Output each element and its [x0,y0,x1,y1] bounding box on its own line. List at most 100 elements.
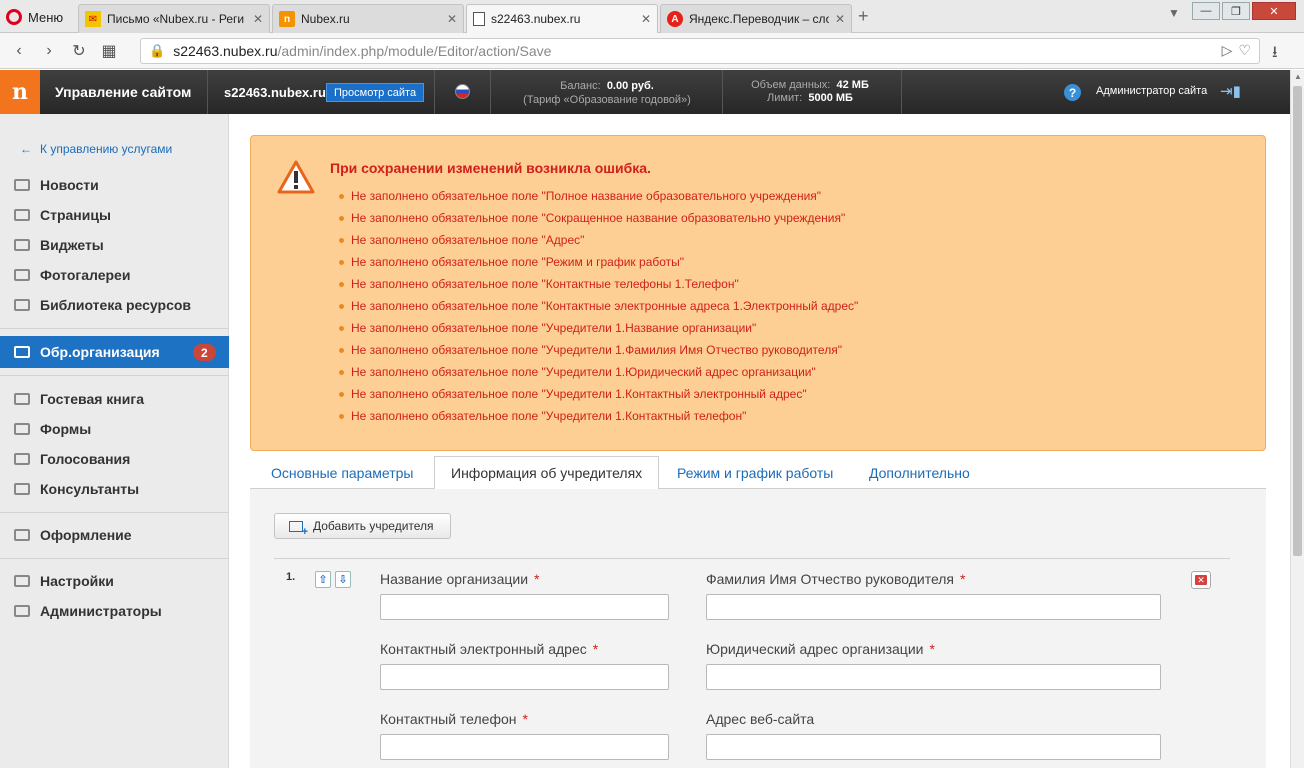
error-item: Не заполнено обязательное поле "Адрес" [338,233,858,255]
sidebar-item-label: Виджеты [40,237,104,253]
view-site-button[interactable]: Просмотр сайта [326,83,425,102]
delete-icon: ✕ [1195,575,1207,585]
header-divider [207,70,208,114]
browser-tab-title: Nubex.ru [301,12,350,26]
restore-icon[interactable]: ❐ [1222,2,1250,20]
sidebar-item-forms[interactable]: Формы [14,421,91,437]
browser-tab-site[interactable]: s22463.nubex.ru ✕ [466,4,658,33]
close-tab-icon[interactable]: ✕ [835,12,845,26]
sidebar-item-news[interactable]: Новости [14,177,99,193]
lock-icon: 🔒 [149,43,166,58]
sidebar-item-admins[interactable]: Администраторы [14,603,162,619]
scroll-up-icon[interactable]: ▲ [1294,72,1302,81]
close-tab-icon[interactable]: ✕ [447,12,457,26]
send-icon[interactable]: ▷ [1222,42,1233,59]
tab-menu-icon[interactable]: ▼ [1168,6,1180,20]
heart-icon[interactable]: ♡ [1238,42,1251,59]
help-icon[interactable]: ? [1064,84,1081,101]
org-name-input[interactable] [380,594,669,620]
error-item: Не заполнено обязательное поле "Режим и … [338,255,858,277]
chart-icon [14,453,30,465]
limit-value: 5000 МБ [808,92,853,104]
widgets-icon [14,239,30,251]
page-scrollbar[interactable]: ▲ [1290,70,1304,768]
sidebar-item-organization[interactable]: Обр.организация 2 [0,336,238,368]
scrollbar-thumb[interactable] [1293,86,1302,556]
sidebar-item-widgets[interactable]: Виджеты [14,237,104,253]
legal-address-input[interactable] [706,664,1161,690]
news-icon [14,179,30,191]
error-item: Не заполнено обязательное поле "Учредите… [338,409,858,431]
back-to-services-link[interactable]: ← К управлению услугами [20,142,172,156]
sidebar-item-label: Консультанты [40,481,140,497]
address-bar: ‹ › ↻ ▦ 🔒 s22463.nubex.ru/admin/index.ph… [0,33,1304,69]
browser-tab-nubex[interactable]: n Nubex.ru ✕ [272,4,464,33]
section-tabs: Основные параметры Информация об учредит… [250,456,1266,490]
browser-tab-mail[interactable]: ✉ Письмо «Nubex.ru - Реги ✕ [78,4,270,33]
email-input[interactable] [380,664,669,690]
sidebar-item-polls[interactable]: Голосования [14,451,130,467]
opera-logo-icon [6,9,22,25]
key-icon [14,605,30,617]
error-item: Не заполнено обязательное поле "Контактн… [338,277,858,299]
sidebar-item-settings[interactable]: Настройки [14,573,114,589]
window-controls: — ❐ ✕ [1192,2,1296,20]
admin-title[interactable]: Управление сайтом [55,84,191,100]
delete-founder-button[interactable]: ✕ [1191,571,1211,589]
error-item: Не заполнено обязательное поле "Сокращен… [338,211,858,233]
sidebar-item-pages[interactable]: Страницы [14,207,111,223]
new-tab-icon[interactable]: + [858,6,869,27]
storage-info: Объем данных: 42 МБ Лимит: 5000 МБ [730,79,890,105]
move-up-icon[interactable]: ⇧ [315,571,331,588]
back-icon[interactable]: ‹ [4,42,34,60]
website-input[interactable] [706,734,1161,760]
download-icon[interactable]: ⭳ [1272,41,1278,68]
head-name-input[interactable] [706,594,1161,620]
logout-icon[interactable]: ⇥▮ [1220,82,1241,100]
header-divider [434,70,435,114]
url-field[interactable]: 🔒 s22463.nubex.ru/admin/index.php/module… [140,38,1260,64]
nubex-favicon: n [279,11,295,27]
tab-founders-info[interactable]: Информация об учредителях [434,456,660,490]
tab-main-params[interactable]: Основные параметры [255,456,429,489]
warning-icon [277,160,315,194]
sidebar-divider [0,512,229,513]
design-icon [14,529,30,541]
tab-additional[interactable]: Дополнительно [853,456,986,489]
reload-icon[interactable]: ↻ [64,41,94,61]
volume-value: 42 МБ [836,79,869,91]
founders-panel: Добавить учредителя 1. ⇧ ⇩ ✕ Название ор… [250,489,1266,768]
sidebar-item-galleries[interactable]: Фотогалереи [14,267,130,283]
speed-dial-icon[interactable]: ▦ [94,41,124,61]
sidebar-divider [0,558,229,559]
limit-label: Лимит: [767,92,803,104]
browser-tab-title: s22463.nubex.ru [491,12,581,26]
nubex-logo[interactable]: n [0,70,40,114]
move-down-icon[interactable]: ⇩ [335,571,351,588]
close-window-icon[interactable]: ✕ [1252,2,1296,20]
opera-menu-button[interactable]: Меню [6,6,63,28]
forward-icon[interactable]: › [34,42,64,60]
url-host: s22463.nubex.ru [173,43,278,59]
head-name-label: Фамилия Имя Отчество руководителя * [706,571,966,587]
sidebar-item-library[interactable]: Библиотека ресурсов [14,297,191,313]
close-tab-icon[interactable]: ✕ [641,12,651,26]
sidebar-item-label: Страницы [40,207,111,223]
tariff: (Тариф «Образование годовой») [523,94,691,106]
header-divider [901,70,902,114]
phone-input[interactable] [380,734,669,760]
minimize-icon[interactable]: — [1192,2,1220,20]
russian-flag-icon[interactable] [455,84,470,99]
add-item-icon [289,520,308,538]
browser-tab-yandex[interactable]: A Яндекс.Переводчик – сло ✕ [660,4,852,33]
sidebar-item-consultants[interactable]: Консультанты [14,481,139,497]
gear-icon [14,575,30,587]
sidebar-item-guestbook[interactable]: Гостевая книга [14,391,144,407]
admin-name[interactable]: Администратор сайта [1096,85,1207,97]
add-founder-button[interactable]: Добавить учредителя [274,513,451,539]
sidebar-item-design[interactable]: Оформление [14,527,132,543]
user-icon [14,483,30,495]
tab-work-schedule[interactable]: Режим и график работы [661,456,849,489]
close-tab-icon[interactable]: ✕ [253,12,263,26]
sidebar-item-label: Настройки [40,573,114,589]
